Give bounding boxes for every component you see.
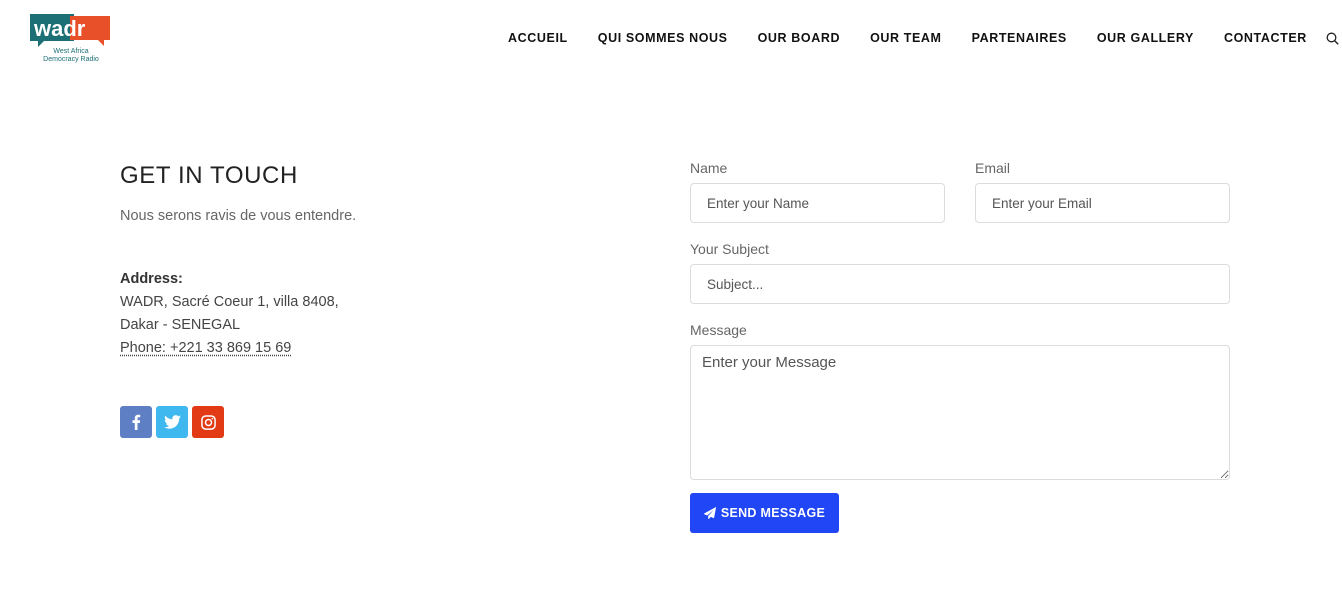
address-line2: Dakar - SENEGAL: [120, 317, 241, 333]
logo-tagline-line2: Democracy Radio: [43, 56, 99, 63]
paper-plane-icon: [703, 507, 716, 519]
email-label: Email: [975, 160, 1011, 176]
message-label: Message: [690, 322, 747, 338]
logo-tagline-line1: West Africa: [53, 48, 89, 55]
search-icon[interactable]: [1325, 30, 1341, 46]
nav-our-board[interactable]: OUR BOARD: [758, 31, 840, 45]
social-links: [120, 406, 540, 438]
main-nav: ACCUEIL QUI SOMMES NOUS OUR BOARD OUR TE…: [508, 30, 1342, 46]
phone-link[interactable]: Phone: +221 33 869 15 69: [120, 340, 291, 356]
instagram-button[interactable]: [192, 406, 224, 438]
contact-lead: Nous serons ravis de vous entendre.: [120, 208, 357, 224]
address-line1: WADR, Sacré Coeur 1, villa 8408,: [120, 294, 339, 310]
subject-field[interactable]: [690, 264, 1230, 304]
send-message-label: SEND MESSAGE: [720, 506, 826, 520]
nav-qui-sommes-nous[interactable]: QUI SOMMES NOUS: [598, 31, 728, 45]
address-label: Address:: [120, 271, 183, 287]
contact-form: Name Email Your Subject Message SEND MES…: [690, 160, 1230, 533]
facebook-icon: [132, 414, 141, 430]
name-field[interactable]: [690, 183, 945, 223]
subject-label: Your Subject: [690, 241, 769, 257]
message-field[interactable]: [690, 345, 1230, 480]
nav-our-team[interactable]: OUR TEAM: [870, 31, 941, 45]
nav-accueil[interactable]: ACCUEIL: [508, 31, 568, 45]
email-field[interactable]: [975, 183, 1230, 223]
twitter-icon: [163, 415, 181, 429]
logo-tagline: West Africa Democracy Radio: [30, 48, 112, 64]
contact-info: GET IN TOUCH Nous serons ravis de vous e…: [120, 162, 540, 438]
logo-text: wadr: [33, 16, 86, 41]
facebook-button[interactable]: [120, 406, 152, 438]
name-label: Name: [690, 160, 728, 176]
nav-our-gallery[interactable]: OUR GALLERY: [1097, 31, 1194, 45]
instagram-icon: [200, 414, 216, 430]
nav-contacter[interactable]: CONTACTER: [1224, 31, 1307, 45]
address-block: Address: WADR, Sacré Coeur 1, villa 8408…: [120, 268, 540, 360]
nav-partenaires[interactable]: PARTENAIRES: [972, 31, 1067, 45]
twitter-button[interactable]: [156, 406, 188, 438]
send-message-button[interactable]: SEND MESSAGE: [690, 493, 839, 533]
page-title: GET IN TOUCH: [120, 162, 298, 189]
site-logo[interactable]: wadr West Africa Democracy Radio: [30, 14, 112, 68]
